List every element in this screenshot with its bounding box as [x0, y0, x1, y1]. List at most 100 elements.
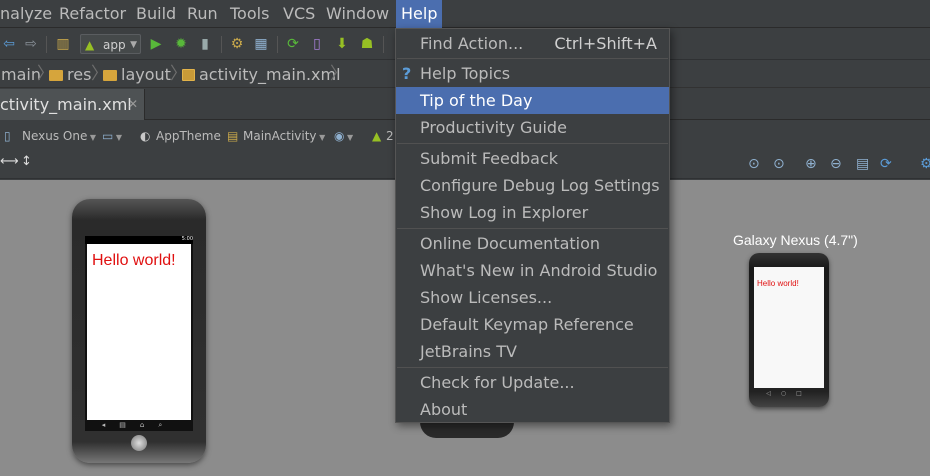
menu-item-productivity-guide[interactable]: Productivity Guide: [396, 114, 669, 141]
breadcrumb-layout[interactable]: layout: [103, 61, 171, 88]
shortcut-label: Ctrl+Shift+A: [554, 34, 657, 53]
tab-label: ctivity_main.xml: [0, 95, 132, 114]
run-config-select[interactable]: ▲ app ▼: [80, 34, 141, 54]
zoom-in-icon[interactable]: ⊕: [805, 156, 817, 172]
zoom-out-icon[interactable]: ⊖: [830, 156, 842, 172]
project-structure-icon[interactable]: ▦: [252, 35, 270, 53]
menu-item-label: Online Documentation: [420, 234, 601, 253]
status-bar: 5:00: [85, 236, 193, 244]
sync-gradle-icon[interactable]: ⟳: [284, 35, 302, 53]
menu-item-jetbrains-tv[interactable]: JetBrains TV: [396, 338, 669, 365]
menu-separator: [397, 228, 668, 229]
menu-item-label: Check for Update...: [420, 373, 575, 392]
settings-icon[interactable]: ⚙: [920, 156, 930, 172]
breadcrumb-res-label: res: [67, 65, 92, 84]
chevron-right-icon: 〉: [330, 64, 347, 84]
breadcrumb-file[interactable]: activity_main.xml: [182, 61, 341, 88]
expand-vertical-icon[interactable]: ↕: [21, 154, 32, 170]
debug-icon[interactable]: ✹: [172, 35, 190, 53]
menu-item-label: Tip of the Day: [420, 91, 533, 110]
menu-item-label: Productivity Guide: [420, 118, 567, 137]
hello-world-text[interactable]: Hello world!: [92, 252, 176, 270]
android-icon: ▲: [372, 129, 382, 143]
menu-item-submit-feedback[interactable]: Submit Feedback: [396, 145, 669, 172]
menu-window[interactable]: Window: [321, 0, 394, 28]
menu-item-show-licenses[interactable]: Show Licenses...: [396, 284, 669, 311]
menu-item-tip-of-the-day[interactable]: Tip of the Day: [396, 87, 669, 114]
orientation-icon[interactable]: ▭ ▼: [102, 128, 122, 144]
device-label: Nexus One: [22, 129, 88, 143]
activity-select[interactable]: MainActivity ▼: [243, 128, 325, 144]
toolbar-separator: [46, 36, 47, 53]
activity-icon: ▤: [227, 129, 239, 143]
menu-analyze[interactable]: nalyze: [0, 0, 57, 28]
breadcrumb-file-label: activity_main.xml: [199, 65, 341, 84]
menu-item-about[interactable]: About: [396, 396, 669, 423]
screenshot-icon[interactable]: ▤: [856, 156, 869, 172]
breadcrumb-res[interactable]: res: [49, 61, 91, 88]
sdk-manager-icon[interactable]: ⬇: [333, 35, 351, 53]
chevron-down-icon: ▼: [87, 133, 97, 142]
help-menu-dropdown: Find Action... Ctrl+Shift+A ? Help Topic…: [395, 28, 670, 423]
locale-globe-icon[interactable]: ◉ ▼: [334, 128, 353, 144]
menu-item-label: What's New in Android Studio: [420, 261, 658, 280]
device-select[interactable]: Nexus One ▼: [22, 128, 96, 144]
make-project-icon[interactable]: ▥: [54, 35, 72, 53]
back-icon[interactable]: ⇦: [0, 35, 18, 53]
menu-item-label: Submit Feedback: [420, 149, 559, 168]
menu-build[interactable]: Build: [131, 0, 181, 28]
app-content[interactable]: Hello world!: [87, 244, 191, 420]
question-icon: ?: [402, 64, 412, 83]
menu-item-find-action[interactable]: Find Action... Ctrl+Shift+A: [396, 30, 669, 57]
menu-item-check-for-update[interactable]: Check for Update...: [396, 369, 669, 396]
forward-icon[interactable]: ⇨: [22, 35, 40, 53]
device-title-galaxy-nexus: Galaxy Nexus (4.7"): [733, 232, 858, 248]
device-preview-nexus-one: 5:00 Hello world! ◂▤⌂⌕: [72, 199, 206, 463]
menu-run[interactable]: Run: [182, 0, 223, 28]
nav-buttons: ◁○□: [766, 390, 812, 397]
close-icon[interactable]: ✕: [128, 89, 138, 120]
toolbar-separator: [277, 36, 278, 53]
menu-item-whats-new[interactable]: What's New in Android Studio: [396, 257, 669, 284]
device-screen: Hello world!: [754, 267, 824, 388]
tab-activity-main[interactable]: ctivity_main.xml ✕: [0, 89, 145, 120]
chevron-down-icon: ▼: [316, 133, 326, 142]
trackball-icon: [131, 435, 147, 451]
breadcrumb-main[interactable]: main: [1, 61, 41, 88]
menu-help[interactable]: Help: [396, 0, 442, 28]
menu-item-label: Help Topics: [420, 64, 511, 83]
theme-select[interactable]: AppTheme: [156, 128, 221, 144]
menu-item-label: Find Action...: [420, 34, 524, 53]
zoom-actual-icon[interactable]: ⊙: [773, 156, 785, 172]
android-monitor-icon[interactable]: ☗: [358, 35, 376, 53]
menu-item-label: JetBrains TV: [420, 342, 517, 361]
settings-icon[interactable]: ⚙: [228, 35, 246, 53]
activity-label: MainActivity: [243, 129, 317, 143]
menu-item-configure-debug-log[interactable]: Configure Debug Log Settings: [396, 172, 669, 199]
menu-item-label: Default Keymap Reference: [420, 315, 634, 334]
nav-buttons: ◂▤⌂⌕: [85, 420, 193, 431]
device-preview-galaxy-nexus: Hello world! ◁○□: [749, 253, 829, 407]
menu-item-help-topics[interactable]: ? Help Topics: [396, 60, 669, 87]
expand-horizontal-icon[interactable]: ⟷: [0, 154, 19, 170]
menu-bar: nalyze Refactor Build Run Tools VCS Wind…: [0, 0, 930, 28]
refresh-icon[interactable]: ⟳: [880, 156, 892, 172]
menu-vcs[interactable]: VCS: [278, 0, 320, 28]
menu-item-online-documentation[interactable]: Online Documentation: [396, 230, 669, 257]
menu-item-show-log[interactable]: Show Log in Explorer: [396, 199, 669, 226]
hello-world-text[interactable]: Hello world!: [757, 279, 799, 288]
zoom-to-fit-icon[interactable]: ⊙: [748, 156, 760, 172]
menu-item-keymap-reference[interactable]: Default Keymap Reference: [396, 311, 669, 338]
run-icon[interactable]: ▶: [147, 35, 165, 53]
menu-tools[interactable]: Tools: [225, 0, 274, 28]
menu-separator: [397, 58, 668, 59]
menu-refactor[interactable]: Refactor: [54, 0, 131, 28]
toolbar-separator: [383, 36, 384, 53]
avd-manager-icon[interactable]: ▯: [308, 35, 326, 53]
attach-debugger-icon[interactable]: ▮: [196, 35, 214, 53]
menu-item-label: About: [420, 400, 468, 419]
android-icon: ▲: [85, 38, 95, 52]
folder-icon: [49, 70, 63, 81]
toolbar-separator: [221, 36, 222, 53]
device-icon: ▯: [4, 129, 11, 143]
